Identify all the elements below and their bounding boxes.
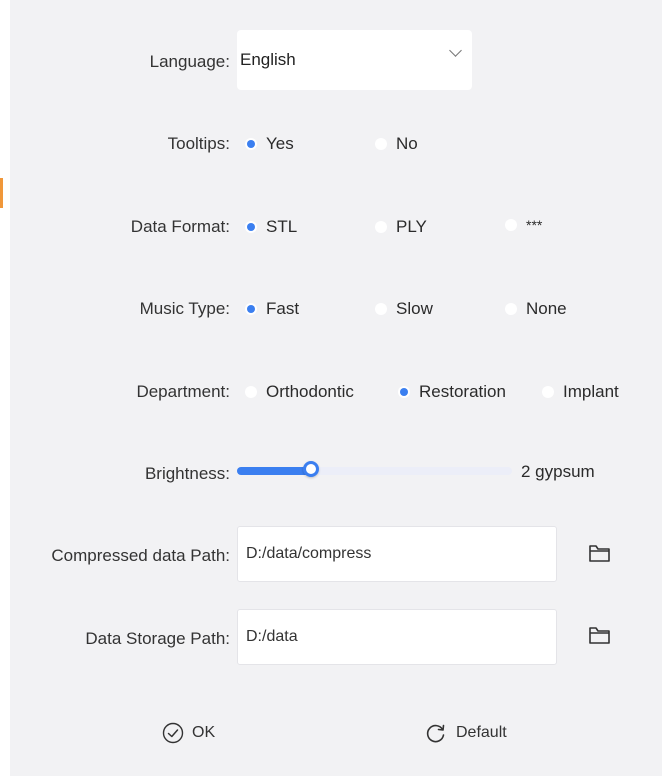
- music-type-fast-radio[interactable]: Fast: [245, 299, 299, 319]
- department-label: Department:: [136, 382, 230, 401]
- language-label: Language:: [149, 52, 230, 71]
- compressed-path-field[interactable]: D:/data/compress: [237, 526, 557, 582]
- check-circle-icon: [162, 722, 184, 744]
- radio-checked-icon: [245, 303, 257, 315]
- radio-unchecked-icon: [375, 303, 387, 315]
- brightness-slider[interactable]: [237, 461, 512, 477]
- department-implant-radio[interactable]: Implant: [542, 382, 619, 402]
- radio-label: Slow: [396, 299, 433, 318]
- radio-label: Restoration: [419, 382, 506, 401]
- radio-unchecked-icon: [375, 138, 387, 150]
- brightness-label: Brightness:: [144, 464, 230, 483]
- data-format-stl-radio[interactable]: STL: [245, 217, 297, 237]
- radio-label: Orthodontic: [266, 382, 354, 401]
- chevron-down-icon: [449, 44, 462, 57]
- default-label: Default: [456, 724, 507, 741]
- tooltips-yes-radio[interactable]: Yes: [245, 134, 294, 154]
- storage-path-label: Data Storage Path:: [85, 629, 230, 648]
- slider-thumb[interactable]: [303, 461, 319, 477]
- radio-unchecked-icon: [505, 303, 517, 315]
- folder-icon[interactable]: [588, 542, 612, 564]
- storage-path-value: D:/data: [246, 628, 298, 645]
- slider-fill: [237, 467, 311, 475]
- compressed-path-value: D:/data/compress: [246, 545, 372, 562]
- radio-unchecked-icon: [542, 386, 554, 398]
- compressed-path-label: Compressed data Path:: [51, 546, 230, 565]
- language-select[interactable]: English: [237, 30, 472, 90]
- radio-label: None: [526, 299, 567, 318]
- radio-label: Yes: [266, 134, 294, 153]
- radio-checked-icon: [245, 221, 257, 233]
- radio-unchecked-icon: [505, 219, 517, 231]
- radio-unchecked-icon: [245, 386, 257, 398]
- department-orthodontic-radio[interactable]: Orthodontic: [245, 382, 354, 402]
- ok-button[interactable]: OK: [162, 722, 215, 744]
- department-restoration-radio[interactable]: Restoration: [398, 382, 506, 402]
- radio-unchecked-icon: [375, 221, 387, 233]
- radio-label: STL: [266, 217, 298, 236]
- edge-marker: [0, 178, 3, 208]
- brightness-value: 2 gypsum: [521, 462, 595, 481]
- ok-label: OK: [192, 724, 216, 741]
- music-type-none-radio[interactable]: None: [505, 299, 567, 319]
- data-format-label: Data Format:: [130, 217, 230, 236]
- music-type-slow-radio[interactable]: Slow: [375, 299, 433, 319]
- refresh-icon: [426, 724, 445, 743]
- folder-icon[interactable]: [588, 624, 612, 646]
- storage-path-field[interactable]: D:/data: [237, 609, 557, 665]
- radio-label: No: [396, 134, 418, 153]
- language-value: English: [240, 50, 296, 69]
- radio-label: PLY: [396, 217, 427, 236]
- radio-checked-icon: [245, 138, 257, 150]
- radio-checked-icon: [398, 386, 410, 398]
- radio-label: Implant: [563, 382, 619, 401]
- tooltips-no-radio[interactable]: No: [375, 134, 418, 154]
- default-button[interactable]: Default: [424, 722, 507, 744]
- radio-label: ***: [526, 217, 543, 233]
- data-format-ply-radio[interactable]: PLY: [375, 217, 427, 237]
- radio-label: Fast: [266, 299, 300, 318]
- tooltips-label: Tooltips:: [167, 134, 230, 153]
- data-format-other-radio[interactable]: ***: [505, 217, 542, 233]
- music-type-label: Music Type:: [139, 299, 230, 318]
